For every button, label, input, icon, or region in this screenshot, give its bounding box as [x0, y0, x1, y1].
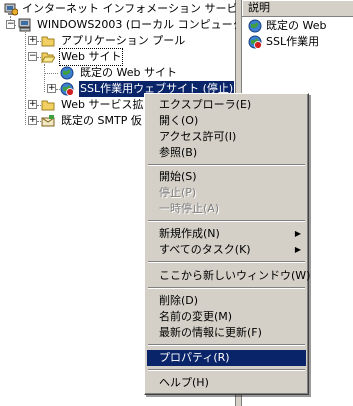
tree-item-label: 既定の SMTP 仮: [61, 114, 142, 127]
stopped-site-icon: [248, 35, 262, 49]
context-menu: エクスプローラ(E) 開く(O) アクセス許可(I) 参照(B) 開始(S) 停…: [144, 93, 310, 395]
tree-item-iis[interactable]: インターネット インフォメーション サービス: [0, 1, 248, 17]
folder-icon: [41, 34, 55, 48]
menu-item-all-tasks[interactable]: すべてのタスク(K) ▶: [147, 242, 306, 258]
submenu-arrow-icon: ▶: [294, 245, 301, 254]
menu-separator: [148, 164, 305, 166]
menu-separator: [148, 344, 305, 346]
menu-item-stop: 停止(P): [159, 186, 197, 199]
menu-separator: [148, 261, 305, 263]
tree-item-label: アプリケーション プール: [61, 34, 186, 47]
menu-item-pause: 一時停止(A): [159, 202, 220, 215]
expand-toggle[interactable]: +: [47, 84, 56, 93]
collapse-toggle[interactable]: −: [28, 52, 37, 61]
menu-item-permissions[interactable]: アクセス許可(I): [147, 129, 306, 145]
column-header-description[interactable]: 説明: [242, 0, 353, 17]
smtp-icon: [41, 114, 55, 128]
list-item-label: SSL作業用: [266, 35, 320, 48]
menu-separator: [148, 369, 305, 371]
expand-toggle[interactable]: +: [28, 116, 37, 125]
menu-separator: [148, 287, 305, 289]
tree-item-web-sites[interactable]: − Web サイト: [0, 48, 236, 66]
menu-item-explore[interactable]: エクスプローラ(E): [147, 97, 306, 113]
collapse-toggle[interactable]: −: [6, 20, 15, 29]
tree-item-label: Web サービス拡張: [61, 98, 155, 111]
submenu-arrow-icon: ▶: [294, 229, 301, 238]
tree-item-default-web-site[interactable]: 既定の Web サイト: [0, 65, 236, 81]
menu-item-start[interactable]: 開始(S): [147, 169, 306, 185]
menu-item-help[interactable]: ヘルプ(H): [147, 375, 306, 391]
expand-toggle[interactable]: +: [28, 100, 37, 109]
menu-item-delete[interactable]: 削除(D): [147, 293, 306, 309]
expand-toggle[interactable]: +: [28, 36, 37, 45]
tree-item-label: 既定の Web サイト: [80, 66, 177, 79]
folder-icon: [41, 98, 55, 112]
menu-item-browse[interactable]: 参照(B): [147, 145, 306, 161]
menu-item-properties[interactable]: プロパティ(R): [147, 350, 306, 366]
menu-item-rename[interactable]: 名前の変更(M): [147, 309, 306, 325]
globe-icon: [60, 66, 74, 80]
open-folder-icon: [41, 50, 56, 64]
menu-separator: [148, 220, 305, 222]
menu-item-new[interactable]: 新規作成(N) ▶: [147, 226, 306, 242]
stopped-site-icon: [60, 82, 74, 96]
tree-item-label: Web サイト: [58, 48, 124, 66]
menu-item-new-window[interactable]: ここから新しいウィンドウ(W): [147, 268, 310, 284]
computer-icon: [18, 18, 32, 32]
menu-item-label: 新規作成(N): [159, 227, 220, 240]
iis-icon: [4, 2, 19, 16]
tree-item-computer[interactable]: − WINDOWS2003 (ローカル コンピュータ): [0, 17, 248, 33]
tree-item-label: インターネット インフォメーション サービス: [22, 2, 249, 15]
menu-item-label: すべてのタスク(K): [159, 243, 251, 256]
menu-item-refresh[interactable]: 最新の情報に更新(F): [147, 325, 306, 341]
globe-icon: [248, 19, 262, 33]
menu-item-open[interactable]: 開く(O): [147, 113, 306, 129]
tree-item-app-pools[interactable]: + アプリケーション プール: [0, 33, 236, 49]
tree-item-label: WINDOWS2003 (ローカル コンピュータ): [37, 18, 248, 31]
list-item-label: 既定の Web: [266, 19, 327, 32]
